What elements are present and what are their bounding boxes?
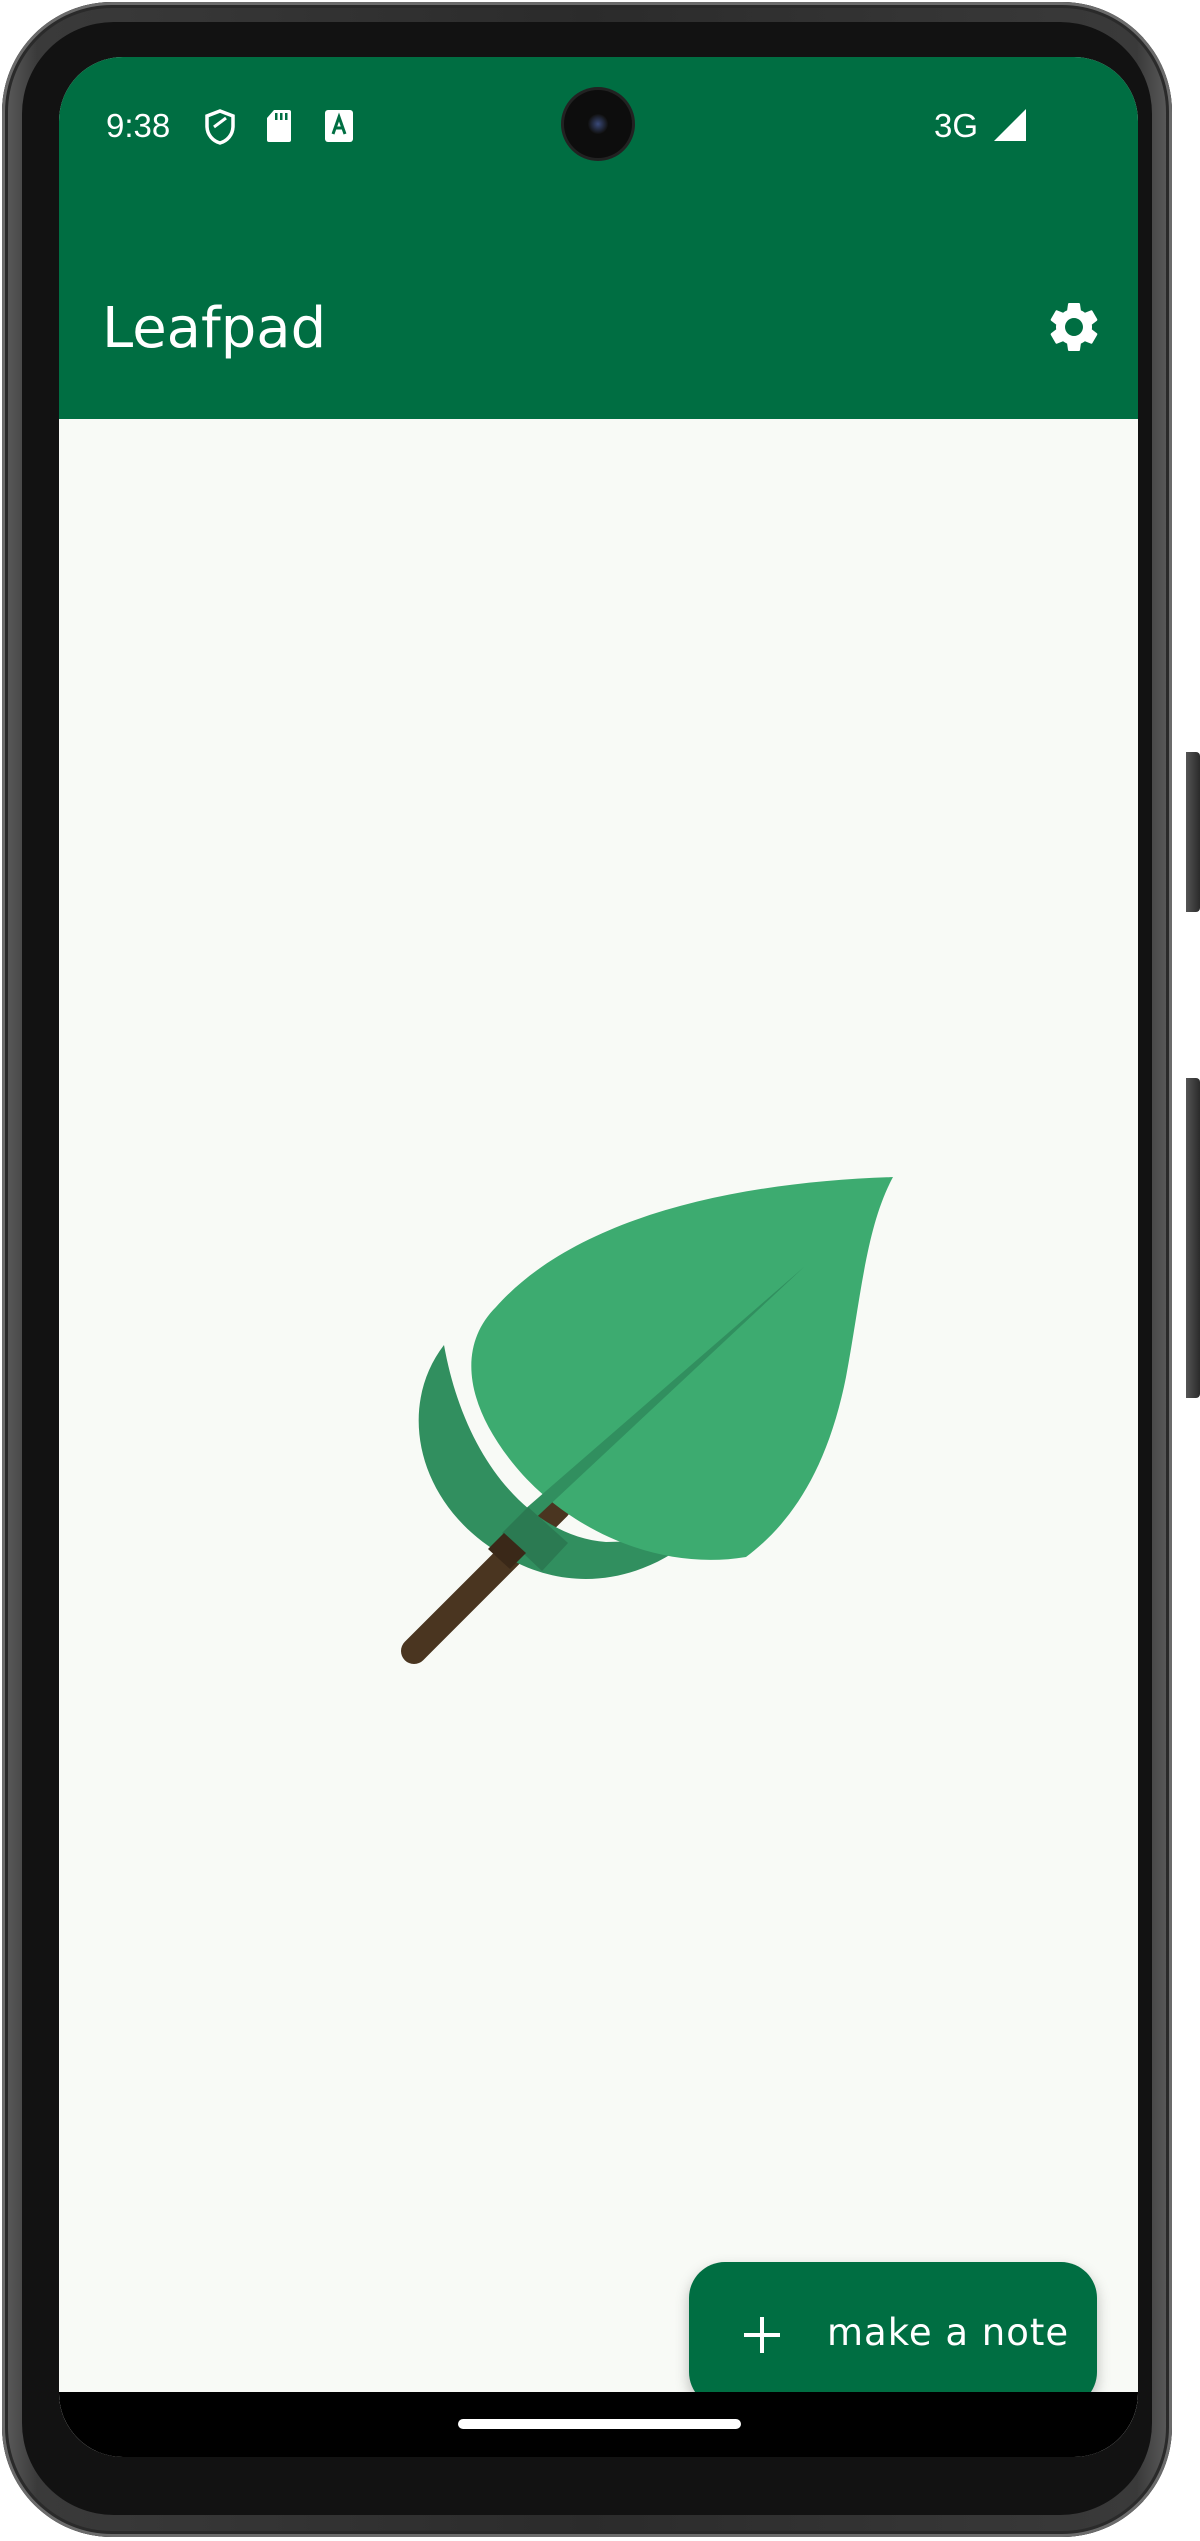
- volume-button: [1186, 1078, 1200, 1398]
- network-type: 3G: [934, 107, 979, 144]
- front-camera: [564, 90, 632, 158]
- screen: 9:38 3G Leafpad make a note: [59, 57, 1138, 2457]
- make-note-button[interactable]: make a note: [689, 2262, 1097, 2408]
- gear-icon: [1050, 303, 1098, 351]
- notes-empty-state: make a note: [59, 419, 1138, 2451]
- text-a-icon: [324, 109, 354, 143]
- app-title: Leafpad: [102, 296, 327, 361]
- power-button: [1186, 752, 1200, 912]
- make-note-label: make a note: [827, 2311, 1070, 2354]
- settings-button[interactable]: [1044, 297, 1104, 357]
- signal-icon: [992, 107, 1028, 143]
- status-time: 9:38: [106, 107, 171, 144]
- leaf-icon: [356, 1177, 896, 1681]
- plus-icon: [742, 2315, 782, 2359]
- sd-card-icon: [266, 109, 292, 143]
- home-handle[interactable]: [458, 2419, 741, 2429]
- status-bar: 9:38 3G: [59, 57, 1138, 197]
- phone-device: 9:38 3G Leafpad make a note: [0, 0, 1200, 2541]
- shield-icon: [204, 109, 236, 145]
- navigation-bar: [59, 2392, 1138, 2457]
- app-bar: Leafpad: [59, 197, 1138, 419]
